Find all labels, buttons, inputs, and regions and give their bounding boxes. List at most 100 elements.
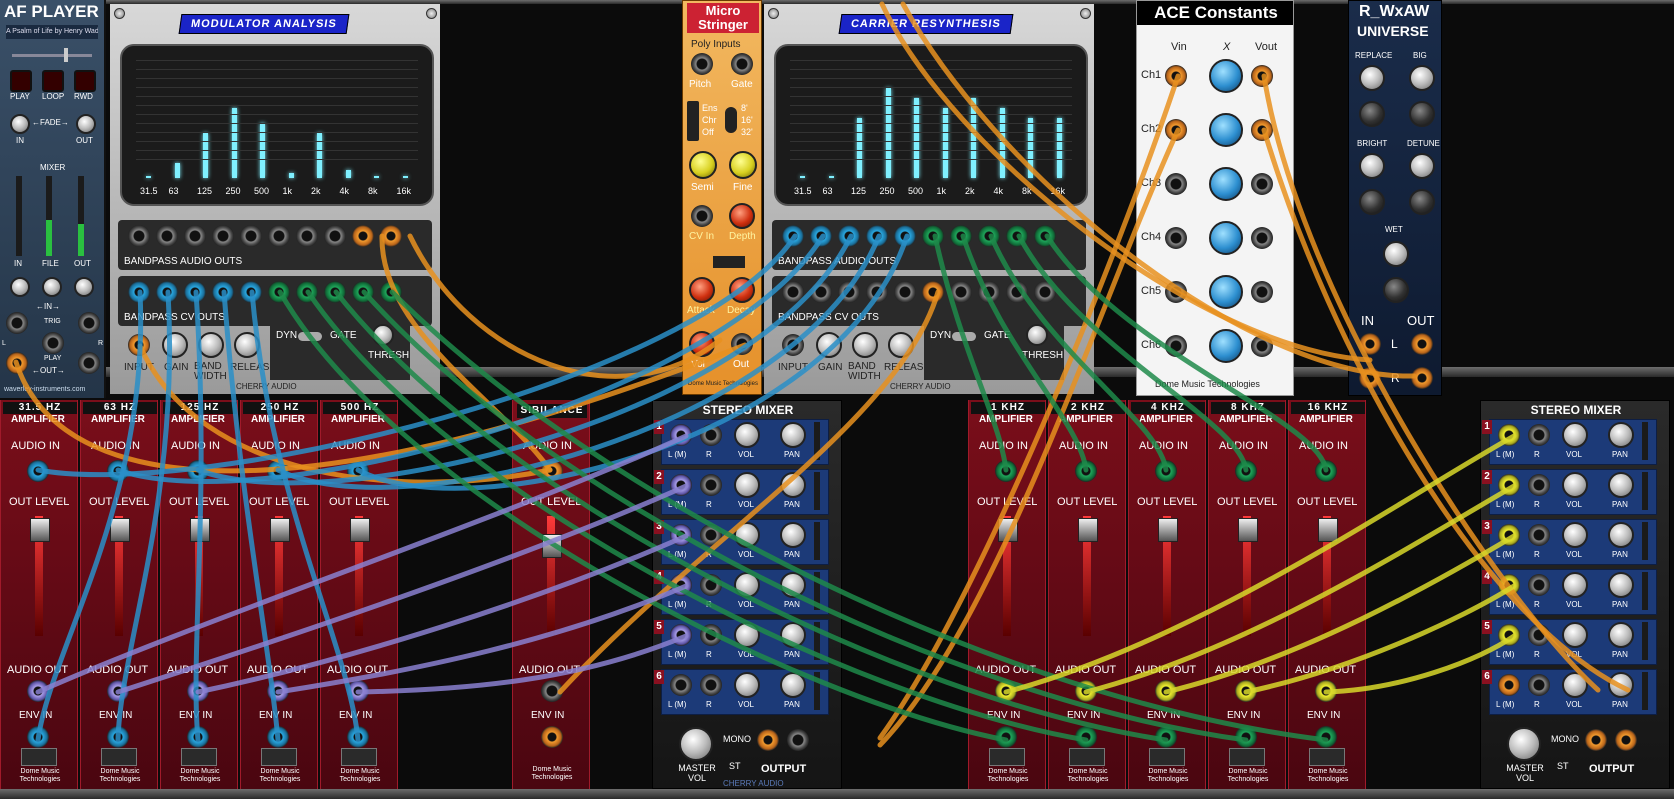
amplifiers_left-env-in-jack-1[interactable] [107,726,129,748]
amplifiers_left-audio-in-jack-4[interactable] [347,460,369,482]
bright-cv-knob[interactable] [1359,189,1385,215]
stereo_mixer_1-vol-knob-5[interactable] [734,672,760,698]
carrier-bandwidth-knob[interactable] [852,332,878,358]
mod-cv-jack-3[interactable] [212,281,234,303]
pitch-jack[interactable] [691,53,713,75]
stereo_mixer_2-pan-knob-3[interactable] [1608,572,1634,598]
af-player-url[interactable]: waverley-instruments.com [4,386,85,393]
amplifiers_right-out-level-fader-2[interactable] [1158,518,1178,542]
mod-audio-jack-1[interactable] [156,225,178,247]
wet-knob[interactable] [1383,241,1409,267]
mod-audio-jack-3[interactable] [212,225,234,247]
stereo_mixer_2-r-jack-2[interactable] [1528,524,1550,546]
modulator-thresh-knob[interactable] [372,324,394,346]
amplifiers_left-audio-in-jack-0[interactable] [27,460,49,482]
carrier-dyn-gate-switch[interactable] [952,332,976,341]
octave-switch[interactable] [725,107,737,133]
car-audio-jack-5[interactable] [922,225,944,247]
stereo_mixer_2-l-jack-0[interactable] [1498,424,1520,446]
sm1-output-r-jack[interactable] [787,729,809,751]
detune-cv-knob[interactable] [1409,189,1435,215]
carrier-thresh-knob[interactable] [1026,324,1048,346]
stereo_mixer_1-l-jack-0[interactable] [670,424,692,446]
car-audio-jack-8[interactable] [1006,225,1028,247]
position-slider-handle[interactable] [64,48,68,62]
ace-x-knob-4[interactable] [1209,275,1243,309]
mod-cv-jack-9[interactable] [380,281,402,303]
stereo_mixer_2-r-jack-5[interactable] [1528,674,1550,696]
amplifiers_left-env-in-jack-3[interactable] [267,726,289,748]
stereo_mixer_2-pan-knob-4[interactable] [1608,622,1634,648]
stereo_mixer_2-pan-knob-5[interactable] [1608,672,1634,698]
semi-knob[interactable] [689,151,717,179]
car-cv-jack-8[interactable] [1006,281,1028,303]
modulator-input-jack[interactable] [128,334,150,356]
mod-cv-jack-2[interactable] [184,281,206,303]
modulator-bandwidth-knob[interactable] [198,332,224,358]
amplifiers_left-audio-out-jack-1[interactable] [107,680,129,702]
position-slider[interactable] [12,54,92,57]
stereo_mixer_2-vol-knob-2[interactable] [1562,522,1588,548]
amplifiers_left-audio-in-jack-3[interactable] [267,460,289,482]
amplifiers_right-env-in-jack-3[interactable] [1235,726,1257,748]
car-audio-jack-2[interactable] [838,225,860,247]
mod-cv-jack-0[interactable] [128,281,150,303]
amplifiers_left-audio-in-jack-1[interactable] [107,460,129,482]
fade-out-knob[interactable] [76,114,96,134]
mod-cv-jack-1[interactable] [156,281,178,303]
attack-knob[interactable] [689,277,715,303]
stereo_mixer_1-pan-knob-5[interactable] [780,672,806,698]
rwaw-in-r-jack[interactable] [1359,367,1381,389]
car-audio-jack-4[interactable] [894,225,916,247]
fade-in-knob[interactable] [10,114,30,134]
amplifiers_left-out-level-fader-2[interactable] [190,518,210,542]
car-audio-jack-6[interactable] [950,225,972,247]
stereo_mixer_2-r-jack-3[interactable] [1528,574,1550,596]
ace-x-knob-0[interactable] [1209,59,1243,93]
stereo_mixer_2-pan-knob-2[interactable] [1608,522,1634,548]
stereo_mixer_2-r-jack-4[interactable] [1528,624,1550,646]
car-audio-jack-3[interactable] [866,225,888,247]
car-cv-jack-3[interactable] [866,281,888,303]
envelope-shape-switch[interactable] [713,256,745,268]
rwd-button[interactable] [74,70,96,92]
out-jack[interactable] [731,333,753,355]
ace-vout-jack-4[interactable] [1251,281,1273,303]
ace-vout-jack-5[interactable] [1251,335,1273,357]
stereo_mixer_1-vol-knob-2[interactable] [734,522,760,548]
detune-knob[interactable] [1409,153,1435,179]
amplifiers_right-audio-out-jack-4[interactable] [1315,680,1337,702]
mod-cv-jack-6[interactable] [296,281,318,303]
amplifiers_right-audio-in-jack-2[interactable] [1155,460,1177,482]
rwaw-out-r-jack[interactable] [1411,367,1433,389]
amplifiers_left-out-level-fader-0[interactable] [30,518,50,542]
out-level-knob[interactable] [74,277,94,297]
stereo_mixer_1-pan-knob-2[interactable] [780,522,806,548]
car-cv-jack-1[interactable] [810,281,832,303]
stereo_mixer_1-pan-knob-3[interactable] [780,572,806,598]
mod-audio-jack-7[interactable] [324,225,346,247]
carrier-gain-knob[interactable] [816,332,842,358]
mod-audio-jack-6[interactable] [296,225,318,247]
stereo_mixer_2-l-jack-4[interactable] [1498,624,1520,646]
amplifiers_right-audio-out-jack-3[interactable] [1235,680,1257,702]
ace-vout-jack-1[interactable] [1251,119,1273,141]
ace-x-knob-1[interactable] [1209,113,1243,147]
cv-in-jack[interactable] [691,205,713,227]
car-cv-jack-0[interactable] [782,281,804,303]
amplifiers_left-audio-out-jack-0[interactable] [27,680,49,702]
amplifiers_right-audio-out-jack-0[interactable] [995,680,1017,702]
amplifiers_right-env-in-jack-1[interactable] [1075,726,1097,748]
ace-vin-jack-1[interactable] [1165,119,1187,141]
amplifiers_left-env-in-jack-2[interactable] [187,726,209,748]
car-audio-jack-0[interactable] [782,225,804,247]
mod-audio-jack-2[interactable] [184,225,206,247]
amplifiers_right-audio-in-jack-1[interactable] [1075,460,1097,482]
carrier-release-knob[interactable] [888,332,914,358]
mod-audio-jack-5[interactable] [268,225,290,247]
amplifiers_left-out-level-fader-3[interactable] [270,518,290,542]
stereo_mixer_2-l-jack-3[interactable] [1498,574,1520,596]
wet-cv-knob[interactable] [1383,277,1409,303]
stereo_mixer_1-r-jack-5[interactable] [700,674,722,696]
ace-vin-jack-5[interactable] [1165,335,1187,357]
